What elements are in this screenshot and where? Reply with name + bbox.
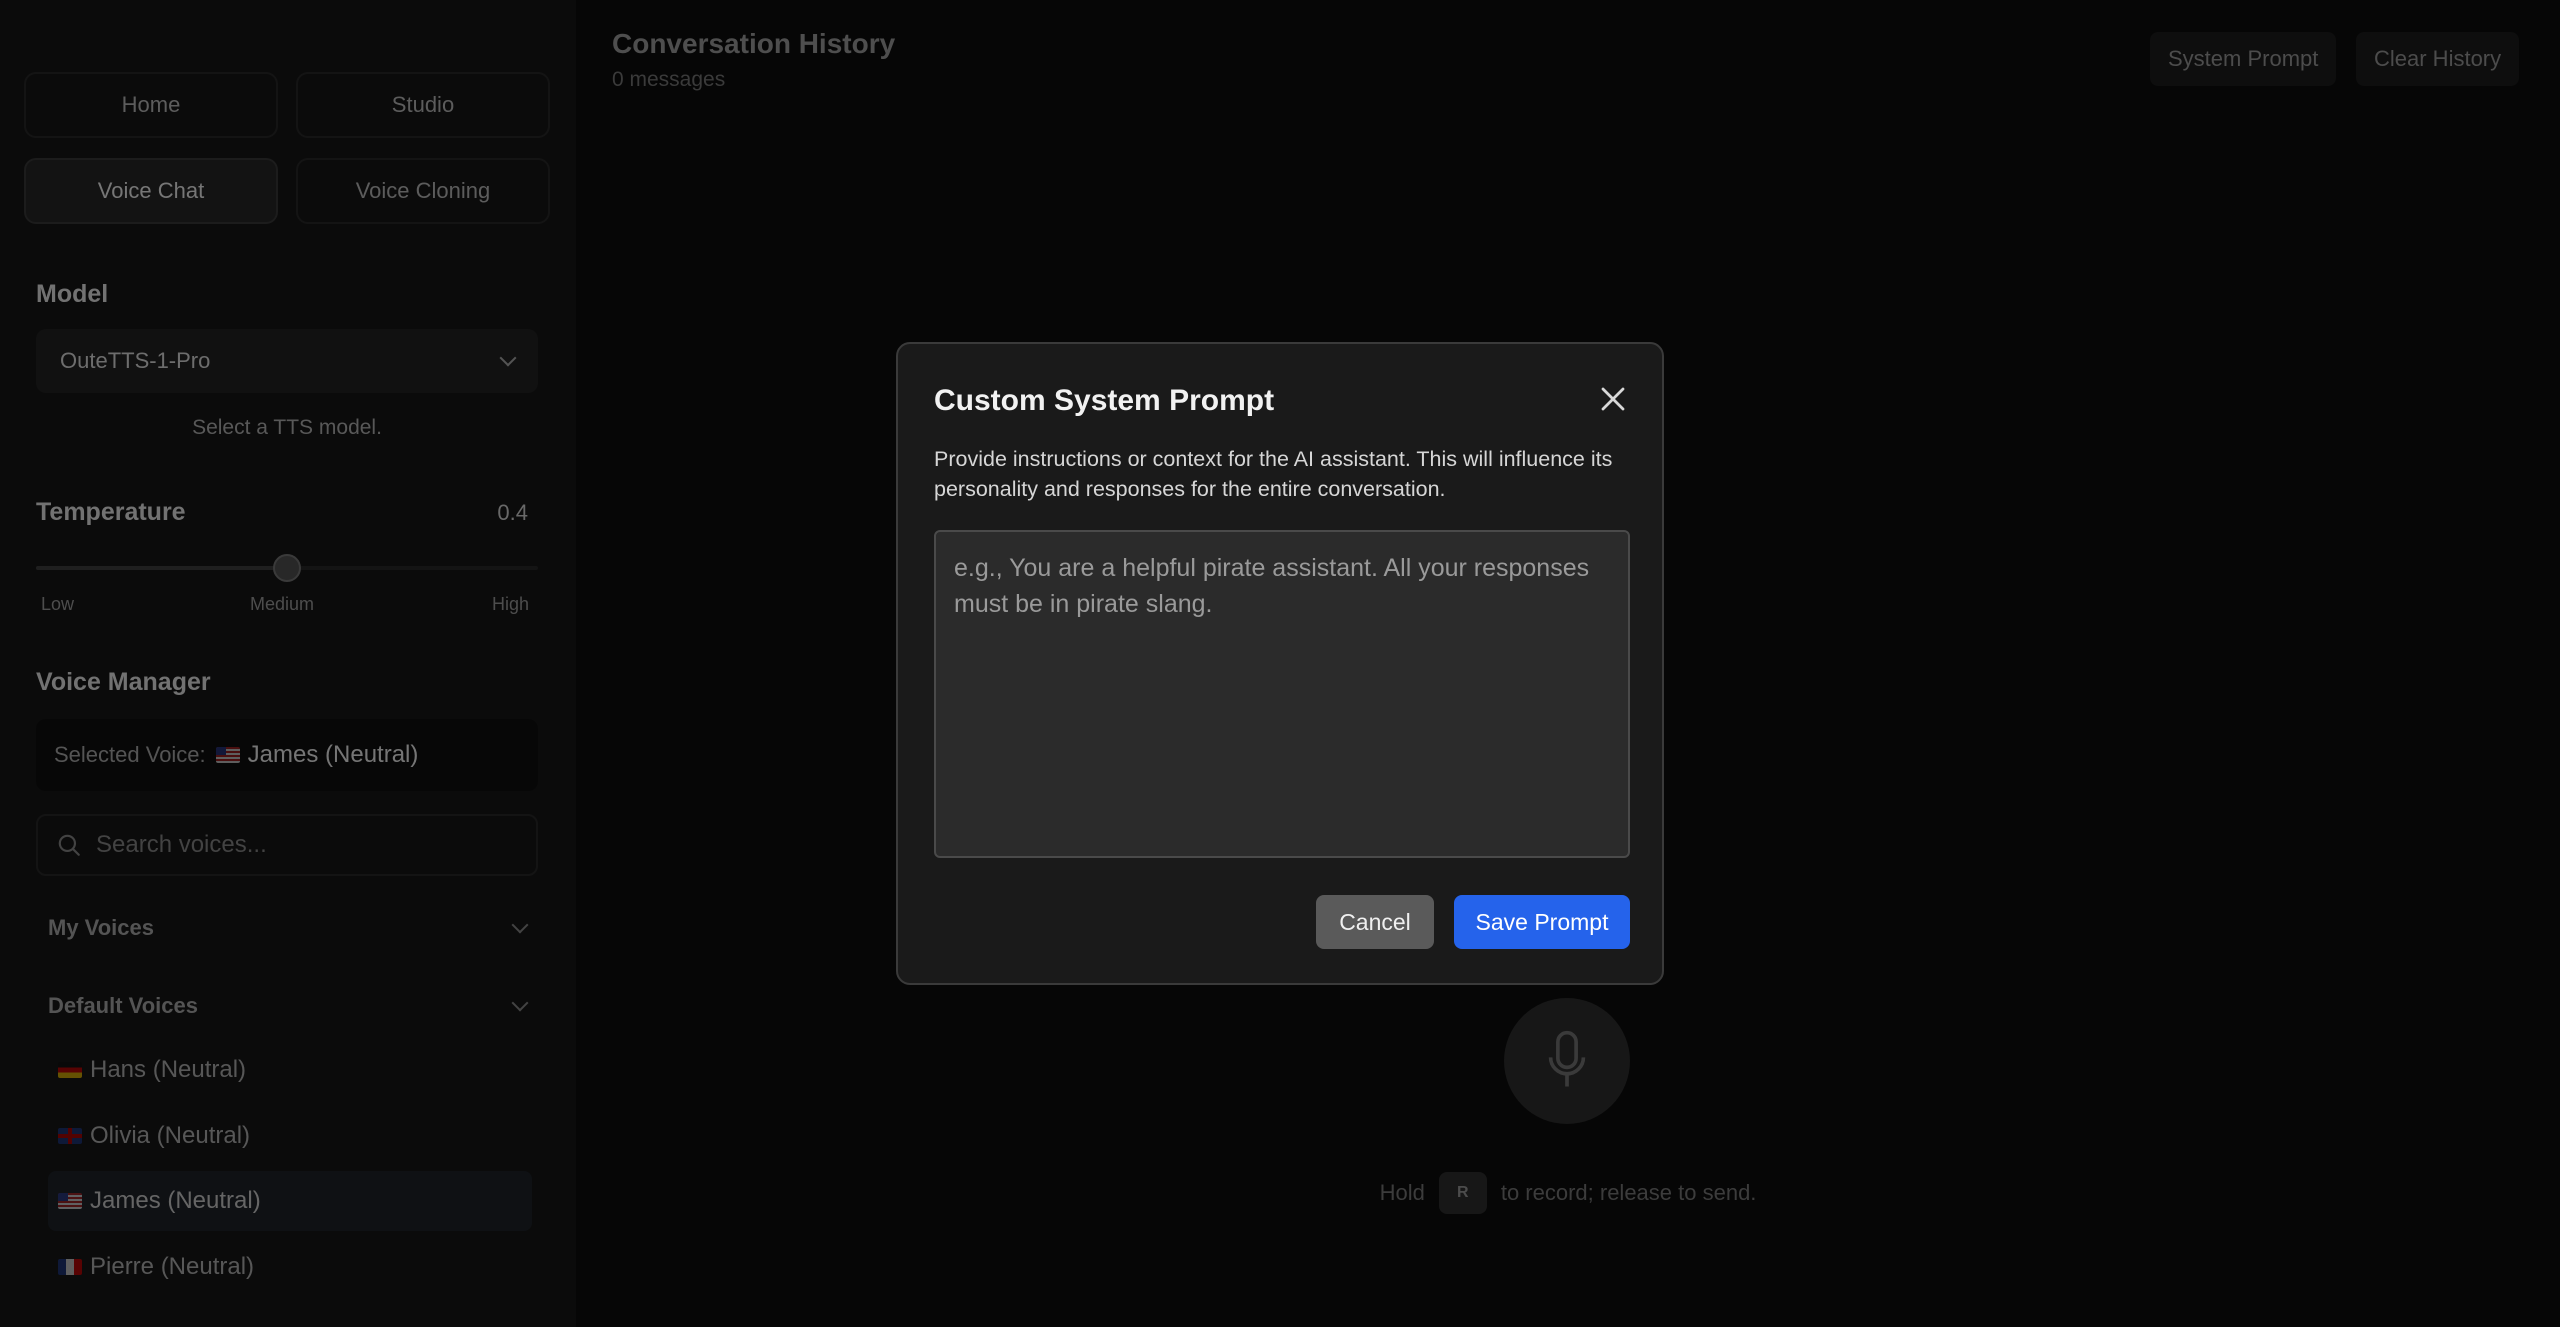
system-prompt-dialog: Custom System Prompt Provide instruction…: [896, 342, 1664, 985]
app-root: Home Studio Voice Chat Voice Cloning Mod…: [0, 0, 2560, 1327]
system-prompt-textarea[interactable]: [934, 530, 1630, 858]
cancel-button[interactable]: Cancel: [1316, 895, 1434, 949]
save-prompt-button[interactable]: Save Prompt: [1454, 895, 1630, 949]
dialog-close-button[interactable]: [1598, 384, 1628, 414]
dialog-title: Custom System Prompt: [934, 384, 1275, 417]
close-icon: [1601, 387, 1625, 411]
dialog-description: Provide instructions or context for the …: [934, 447, 1613, 501]
